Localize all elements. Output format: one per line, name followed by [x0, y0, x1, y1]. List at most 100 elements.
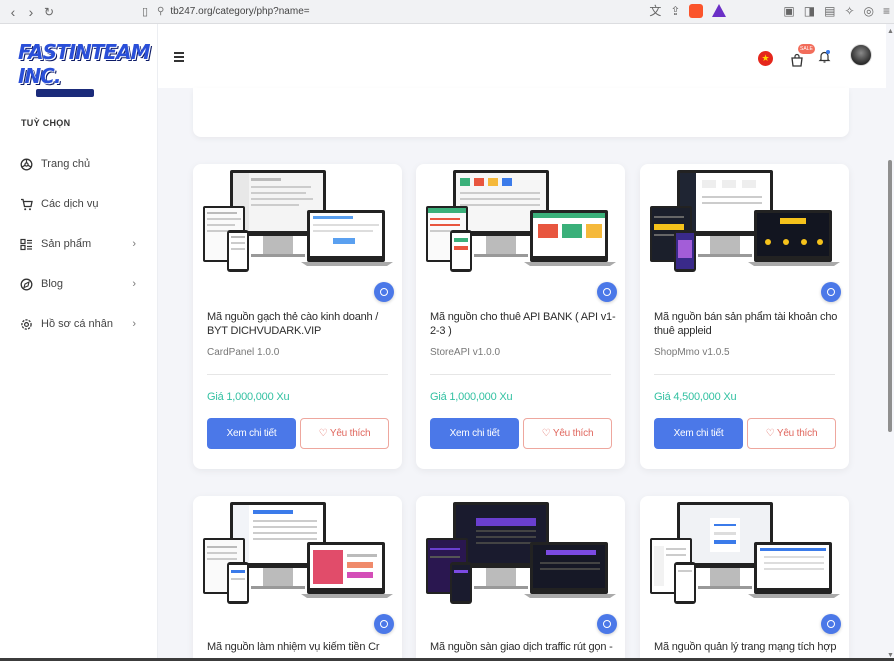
menu-section-title: TUỲ CHỌN	[21, 118, 71, 128]
product-version: StoreAPI v1.0.0	[430, 347, 501, 358]
eye-icon	[603, 620, 611, 628]
product-title[interactable]: Mã nguồn gạch thẻ cào kinh doanh / BYT D…	[207, 310, 393, 338]
view-detail-button[interactable]: Xem chi tiết	[430, 418, 519, 449]
product-image[interactable]	[640, 496, 849, 634]
shopping-bag-icon	[791, 53, 803, 67]
ai-icon[interactable]: ✧	[844, 4, 854, 18]
chevron-right-icon: ›	[132, 238, 136, 250]
language-flag-icon[interactable]: ★	[758, 51, 773, 66]
cart-badge: SALE	[798, 44, 815, 54]
url-text: tb247.org/category/php?name=	[170, 6, 310, 17]
topbar: ★ SALE	[158, 24, 886, 88]
sidebar: FASTINTEAM INC. TUỲ CHỌN Trang chủ Các d…	[0, 24, 158, 661]
blog-icon	[20, 278, 33, 291]
eye-icon	[603, 288, 611, 296]
site-settings-icon[interactable]: ⚲	[157, 6, 164, 17]
product-image[interactable]	[416, 496, 625, 634]
product-image[interactable]	[416, 164, 625, 302]
sidebar-item-label: Blog	[41, 278, 64, 290]
logo-text: FASTINTEAM INC.	[18, 40, 150, 88]
notification-dot	[826, 50, 830, 54]
gear-icon	[20, 318, 33, 331]
sidebar-menu: Trang chủ Các dịch vụ Sản phẩm › Blog ›	[0, 144, 158, 344]
favorite-button[interactable]: ♡ Yêu thích	[523, 418, 612, 449]
sidebar-item-profile[interactable]: Hồ sơ cá nhân ›	[0, 304, 158, 344]
site-logo[interactable]: FASTINTEAM INC.	[18, 40, 150, 97]
chevron-right-icon: ›	[132, 278, 136, 290]
eye-icon	[827, 620, 835, 628]
product-title[interactable]: Mã nguồn cho thuê API BANK ( API v1-2-3 …	[430, 310, 616, 338]
category-header-card	[193, 88, 849, 137]
sidebar-item-blog[interactable]: Blog ›	[0, 264, 158, 304]
product-title[interactable]: Mã nguồn làm nhiệm vụ kiếm tiền Cr	[207, 640, 393, 654]
dashboard-icon	[20, 158, 33, 171]
scrollbar[interactable]: ▲ ▼	[886, 24, 894, 661]
eye-icon	[380, 620, 388, 628]
reload-icon[interactable]: ↻	[40, 5, 58, 19]
sidebar-item-label: Trang chủ	[41, 158, 91, 170]
product-card: Mã nguồn cho thuê API BANK ( API v1-2-3 …	[416, 164, 625, 469]
favorite-button[interactable]: ♡ Yêu thích	[747, 418, 836, 449]
product-card: Mã nguồn bán sản phẩm tài khoản cho thuê…	[640, 164, 849, 469]
avatar[interactable]	[850, 44, 872, 66]
back-icon[interactable]: ‹	[4, 4, 22, 20]
cart-button[interactable]: SALE	[788, 44, 815, 70]
preview-button[interactable]	[821, 282, 841, 302]
divider	[654, 374, 835, 375]
product-version: ShopMmo v1.0.5	[654, 347, 730, 358]
product-price: Giá 1,000,000 Xu	[207, 391, 290, 403]
preview-button[interactable]	[597, 282, 617, 302]
chevron-right-icon: ›	[132, 318, 136, 330]
divider	[207, 374, 388, 375]
translate-icon[interactable]: 文	[649, 2, 661, 19]
eye-icon	[827, 288, 835, 296]
product-title[interactable]: Mã nguồn sàn giao dịch traffic rút gọn -	[430, 640, 616, 654]
bookmark-icon[interactable]: ▯	[136, 5, 154, 18]
forward-icon[interactable]: ›	[22, 4, 40, 20]
sidebar-item-label: Các dịch vụ	[41, 198, 99, 210]
logo-ribbon	[36, 89, 94, 97]
product-card: Mã nguồn gạch thẻ cào kinh doanh / BYT D…	[193, 164, 402, 469]
product-price: Giá 4,500,000 Xu	[654, 391, 737, 403]
sidebar-item-label: Hồ sơ cá nhân	[41, 318, 114, 330]
preview-button[interactable]	[597, 614, 617, 634]
vpn-icon[interactable]: ◎	[864, 4, 874, 18]
sidebar-toggle-icon[interactable]: ◨	[804, 4, 815, 18]
divider	[430, 374, 611, 375]
product-image[interactable]	[193, 164, 402, 302]
scroll-thumb[interactable]	[888, 160, 892, 432]
list-icon	[20, 238, 33, 251]
cart-icon	[20, 198, 33, 211]
sidebar-item-home[interactable]: Trang chủ	[0, 144, 158, 184]
browser-toolbar: ‹ › ↻ ▯ ⚲ tb247.org/category/php?name= 文…	[0, 0, 894, 24]
menu-icon[interactable]: ≡	[883, 4, 890, 18]
brave-shield-icon[interactable]	[689, 3, 704, 18]
eye-icon	[380, 288, 388, 296]
sidebar-item-label: Sản phẩm	[41, 238, 92, 250]
favorite-button[interactable]: ♡ Yêu thích	[300, 418, 389, 449]
address-bar[interactable]: ⚲ tb247.org/category/php?name=	[157, 3, 310, 20]
hamburger-menu-icon[interactable]	[174, 52, 184, 64]
product-card: Mã nguồn sàn giao dịch traffic rút gọn -	[416, 496, 625, 661]
product-price: Giá 1,000,000 Xu	[430, 391, 513, 403]
brave-rewards-icon[interactable]	[712, 4, 727, 17]
scroll-up-arrow[interactable]: ▲	[887, 28, 894, 35]
wallet-icon[interactable]: ▤	[824, 4, 835, 18]
share-icon[interactable]: ⇪	[670, 4, 680, 18]
product-card: Mã nguồn quản lý trang mạng tích hợp	[640, 496, 849, 661]
view-detail-button[interactable]: Xem chi tiết	[654, 418, 743, 449]
notification-button[interactable]	[818, 50, 831, 66]
sidebar-item-products[interactable]: Sản phẩm ›	[0, 224, 158, 264]
reader-icon[interactable]: ▣	[783, 4, 794, 18]
product-card: Mã nguồn làm nhiệm vụ kiếm tiền Cr	[193, 496, 402, 661]
product-version: CardPanel 1.0.0	[207, 347, 280, 358]
preview-button[interactable]	[821, 614, 841, 634]
preview-button[interactable]	[374, 614, 394, 634]
product-title[interactable]: Mã nguồn quản lý trang mạng tích hợp	[654, 640, 840, 654]
sidebar-item-services[interactable]: Các dịch vụ	[0, 184, 158, 224]
product-title[interactable]: Mã nguồn bán sản phẩm tài khoản cho thuê…	[654, 310, 840, 338]
preview-button[interactable]	[374, 282, 394, 302]
view-detail-button[interactable]: Xem chi tiết	[207, 418, 296, 449]
product-image[interactable]	[193, 496, 402, 634]
product-image[interactable]	[640, 164, 849, 302]
